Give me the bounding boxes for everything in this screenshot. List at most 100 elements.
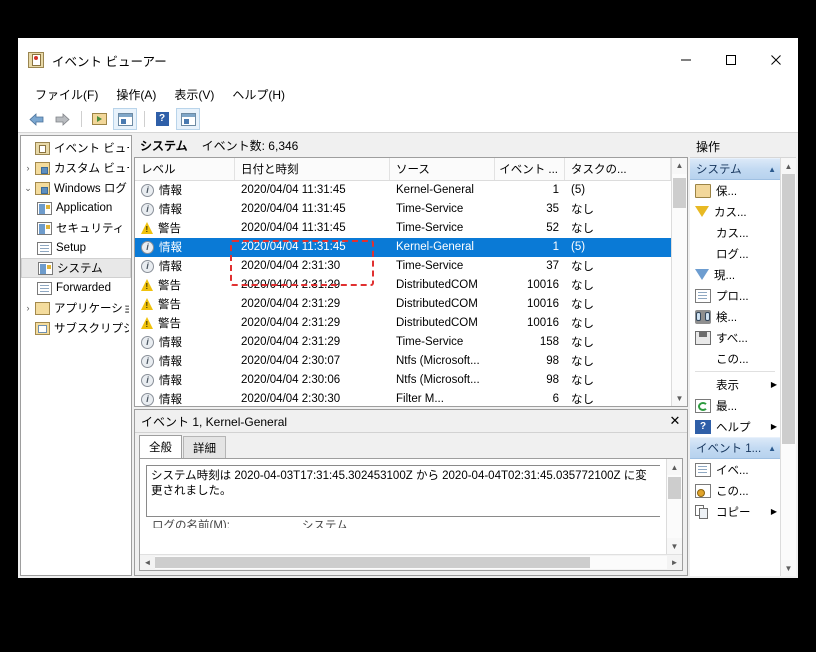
close-button[interactable] — [753, 38, 798, 82]
scrollbar-track[interactable] — [781, 174, 796, 560]
menu-action[interactable]: 操作(A) — [107, 83, 165, 106]
level-text: 情報 — [159, 261, 182, 274]
sidebar-item-custom-views[interactable]: › カスタム ビュー — [21, 158, 131, 178]
cell-datetime: 2020/04/04 2:31:29 — [241, 317, 341, 330]
tab-details[interactable]: 詳細 — [183, 436, 226, 458]
scroll-down-icon[interactable]: ▼ — [672, 390, 687, 406]
chevron-right-icon[interactable]: › — [21, 303, 35, 313]
column-header-datetime[interactable]: 日付と時刻 — [235, 157, 390, 180]
action-help[interactable]: ヘルプ ▶ — [690, 416, 780, 437]
hscrollbar-thumb[interactable] — [155, 557, 591, 568]
toolbar: ? — [18, 106, 798, 133]
action-refresh[interactable]: 最... — [690, 395, 780, 416]
center-pane: システム イベント数: 6,346 レベル 日付と時刻 ソース イベント ...… — [134, 135, 688, 576]
scroll-up-icon[interactable]: ▲ — [672, 157, 687, 174]
actions-group-system[interactable]: システム ▲ — [690, 158, 780, 180]
scroll-up-icon[interactable]: ▲ — [667, 459, 682, 475]
detail-scrollbar[interactable]: ▲ ▼ — [666, 459, 682, 554]
action-import-custom-view[interactable]: カス... — [690, 222, 780, 243]
action-event-properties[interactable]: イベ... — [690, 459, 780, 480]
sidebar-item-setup[interactable]: Setup — [21, 238, 131, 258]
table-row[interactable]: i 情報 2020/04/04 2:31:29 Time-Service 158 … — [135, 333, 671, 352]
table-row[interactable]: 警告 2020/04/04 2:31:29 DistributedCOM 100… — [135, 314, 671, 333]
save-icon — [695, 330, 711, 345]
actions-scrollbar[interactable]: ▲ ▼ — [780, 158, 796, 576]
action-clear-log[interactable]: ログ... — [690, 243, 780, 264]
hscrollbar-track[interactable] — [155, 556, 667, 569]
sidebar-item-label: アプリケーション — [54, 303, 129, 315]
tree-root-label: イベント ビューアー — [54, 143, 129, 155]
help-button[interactable]: ? — [150, 108, 174, 130]
action-attach-task-to-event[interactable]: この... — [690, 480, 780, 501]
sidebar-item-system[interactable]: システム — [21, 258, 131, 278]
action-copy[interactable]: コピー ▶ — [690, 501, 780, 522]
action-open-saved-log[interactable]: 保... — [690, 180, 780, 201]
tab-general[interactable]: 全般 — [139, 435, 182, 458]
log-icon — [37, 281, 52, 295]
column-header-level[interactable]: レベル — [135, 157, 235, 180]
column-header-source[interactable]: ソース — [390, 157, 495, 180]
scrollbar-track[interactable] — [672, 173, 687, 390]
table-row-selected[interactable]: i 情報 2020/04/04 11:31:45 Kernel-General 1… — [135, 237, 671, 257]
sidebar-item-forwarded[interactable]: Forwarded — [21, 278, 131, 298]
menu-file[interactable]: ファイル(F) — [26, 83, 107, 106]
forward-button[interactable] — [50, 108, 74, 130]
event-list-scrollbar[interactable]: ▲ ▼ — [671, 157, 687, 406]
cell-level: i 情報 — [135, 182, 235, 198]
action-filter-current-log[interactable]: 現... — [690, 264, 780, 285]
level-text: 警告 — [158, 280, 181, 293]
menu-view[interactable]: 表示(V) — [165, 83, 223, 106]
sidebar-item-application[interactable]: Application — [21, 198, 131, 218]
actions-group-event[interactable]: イベント 1... ▲ — [690, 437, 780, 459]
scrollbar-thumb[interactable] — [673, 177, 686, 208]
table-row[interactable]: i 情報 2020/04/04 2:30:06 Ntfs (Microsoft..… — [135, 371, 671, 390]
cell-source: Time-Service — [396, 336, 464, 349]
sidebar-item-applications-services[interactable]: › アプリケーション — [21, 298, 131, 318]
scroll-left-icon[interactable]: ◄ — [140, 558, 155, 567]
table-row[interactable]: 警告 2020/04/04 2:31:29 DistributedCOM 100… — [135, 295, 671, 314]
open-saved-log-button[interactable] — [87, 108, 111, 130]
info-icon: i — [141, 373, 154, 387]
chevron-up-icon[interactable]: ▲ — [768, 444, 776, 453]
menu-help[interactable]: ヘルプ(H) — [223, 83, 294, 106]
scrollbar-thumb[interactable] — [668, 477, 681, 499]
show-pane-button[interactable] — [113, 108, 137, 130]
maximize-button[interactable] — [708, 38, 753, 82]
table-row[interactable]: i 情報 2020/04/04 11:31:45 Kernel-General 1… — [135, 181, 671, 200]
close-icon[interactable]: ✕ — [663, 413, 687, 429]
chevron-right-icon[interactable]: › — [21, 163, 35, 173]
scrollbar-thumb[interactable] — [782, 174, 795, 444]
action-attach-task-to-log[interactable]: この... — [690, 348, 780, 369]
action-save-all-events[interactable]: すべ... — [690, 327, 780, 348]
action-find[interactable]: 検... — [690, 306, 780, 327]
chevron-down-icon[interactable]: ⌄ — [21, 183, 35, 194]
cell-task: なし — [571, 204, 594, 217]
scroll-down-icon[interactable]: ▼ — [781, 560, 796, 576]
show-action-pane-button[interactable] — [176, 108, 200, 130]
scroll-right-icon[interactable]: ► — [667, 558, 682, 567]
sidebar-item-windows-logs[interactable]: ⌄ Windows ログ — [21, 178, 131, 198]
column-header-task[interactable]: タスクの... — [565, 157, 671, 180]
scrollbar-track[interactable] — [667, 475, 682, 538]
table-row[interactable]: i 情報 2020/04/04 2:31:30 Time-Service 37 な… — [135, 257, 671, 276]
table-row[interactable]: 警告 2020/04/04 11:31:45 Time-Service 52 な… — [135, 219, 671, 238]
log-icon — [37, 241, 52, 255]
tree-root[interactable]: イベント ビューアー — [21, 138, 131, 158]
scroll-down-icon[interactable]: ▼ — [667, 538, 682, 554]
sidebar-item-subscriptions[interactable]: サブスクリプション — [21, 318, 131, 338]
column-header-event-id[interactable]: イベント ... — [495, 157, 565, 180]
table-row[interactable]: i 情報 2020/04/04 2:30:07 Ntfs (Microsoft..… — [135, 352, 671, 371]
action-view[interactable]: 表示 ▶ — [690, 374, 780, 395]
action-create-custom-view[interactable]: カス... — [690, 201, 780, 222]
scroll-up-icon[interactable]: ▲ — [781, 158, 796, 174]
table-row[interactable]: 警告 2020/04/04 2:31:29 DistributedCOM 100… — [135, 276, 671, 295]
action-properties[interactable]: プロ... — [690, 285, 780, 306]
sidebar-item-security[interactable]: セキュリティ — [21, 218, 131, 238]
table-row[interactable]: i 情報 2020/04/04 2:30:30 Filter M... 6 なし — [135, 390, 671, 406]
action-label: この... — [716, 353, 749, 366]
minimize-button[interactable] — [663, 38, 708, 82]
back-button[interactable] — [24, 108, 48, 130]
detail-hscrollbar[interactable]: ◄ ► — [140, 554, 682, 570]
table-row[interactable]: i 情報 2020/04/04 11:31:45 Time-Service 35 … — [135, 200, 671, 219]
chevron-up-icon[interactable]: ▲ — [768, 165, 776, 174]
